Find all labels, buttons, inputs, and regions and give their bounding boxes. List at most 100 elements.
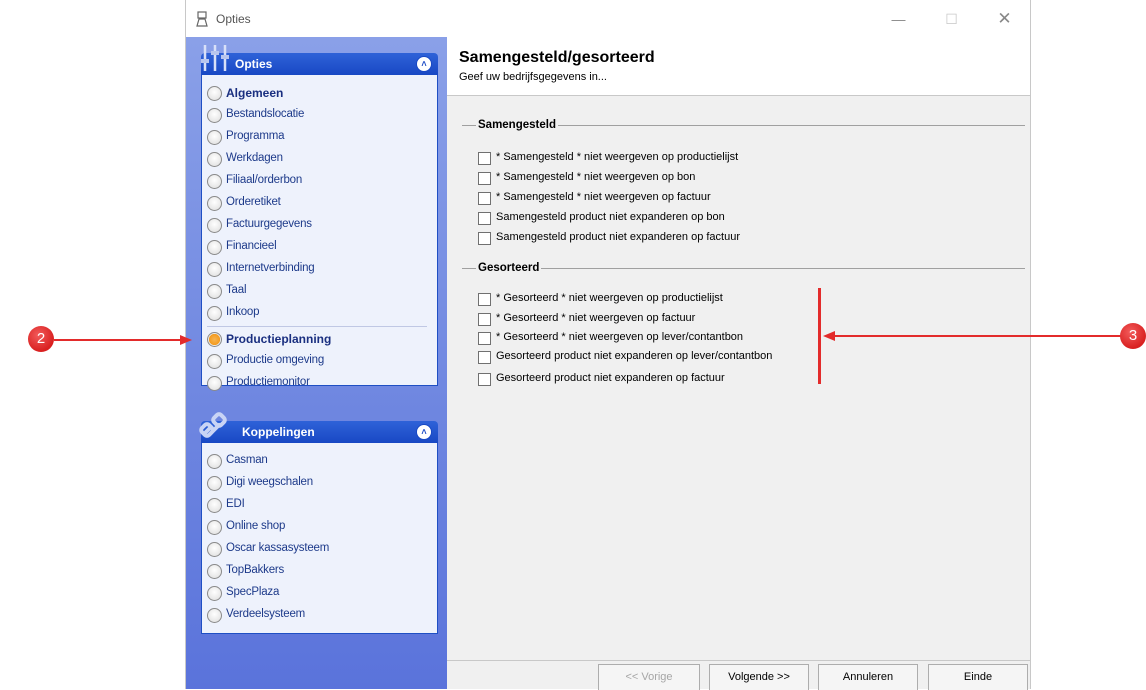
sidebar-item-label: TopBakkers xyxy=(226,564,285,576)
sidebar-item-bestandslocatie[interactable]: Bestandslocatie xyxy=(207,105,432,125)
close-button[interactable]: ✕ xyxy=(982,6,1027,32)
radio-icon xyxy=(207,454,222,469)
sidebar-item-label: Online shop xyxy=(226,520,286,532)
radio-icon xyxy=(207,174,222,189)
finish-button[interactable]: Einde xyxy=(928,664,1028,690)
option-label: Samengesteld product niet expanderen op … xyxy=(496,211,725,223)
radio-icon xyxy=(207,152,222,167)
group-title-opties: Opties xyxy=(235,57,273,71)
annotation-arrow-2 xyxy=(54,339,182,341)
radio-icon xyxy=(207,376,222,391)
sidebar-item-financieel[interactable]: Financieel xyxy=(207,237,432,257)
sidebar-item-digi-weegschalen[interactable]: Digi weegschalen xyxy=(207,473,432,493)
annotation-arrow-3 xyxy=(833,335,1121,337)
radio-icon xyxy=(207,218,222,233)
sidebar-item-label: Filiaal/orderbon xyxy=(226,174,303,186)
sidebar-item-productieplanning[interactable]: Productieplanning xyxy=(207,329,432,349)
group-header-opties[interactable]: Opties ˄ xyxy=(201,45,438,75)
sidebar-item-verdeelsysteem[interactable]: Verdeelsysteem xyxy=(207,605,432,625)
checkbox-box[interactable] xyxy=(478,313,491,326)
checkbox-box[interactable] xyxy=(478,332,491,345)
collapse-icon[interactable]: ˄ xyxy=(416,56,432,72)
maximize-button[interactable]: ☐ xyxy=(929,6,974,32)
sidebar-item-label: Werkdagen xyxy=(226,152,283,164)
sidebar-item-label: SpecPlaza xyxy=(226,586,280,598)
radio-icon xyxy=(207,608,222,623)
section-title-samengesteld: Samengesteld xyxy=(476,119,558,131)
option-label: * Gesorteerd * niet weergeven op lever/c… xyxy=(496,331,744,343)
sidebar-item-internetverbinding[interactable]: Internetverbinding xyxy=(207,259,432,279)
checkbox-box[interactable] xyxy=(478,212,491,225)
radio-icon xyxy=(207,520,222,535)
checkbox-box[interactable] xyxy=(478,373,491,386)
sidebar-item-label: Casman xyxy=(226,454,268,466)
option-label: * Samengesteld * niet weergeven op factu… xyxy=(496,191,711,203)
annotation-marker-2: 2 xyxy=(28,326,54,352)
sidebar-item-label: EDI xyxy=(226,498,245,510)
sidebar-item-label: Digi weegschalen xyxy=(226,476,313,488)
section-title-gesorteerd: Gesorteerd xyxy=(476,262,542,274)
app-icon xyxy=(196,11,208,27)
sidebar-item-label: Internetverbinding xyxy=(226,262,315,274)
option-label: Gesorteerd product niet expanderen op fa… xyxy=(496,372,725,384)
sidebar-item-specplaza[interactable]: SpecPlaza xyxy=(207,583,432,603)
radio-icon xyxy=(207,586,222,601)
sidebar-item-productiemonitor[interactable]: Productiemonitor xyxy=(207,373,432,393)
sidebar-item-programma[interactable]: Programma xyxy=(207,127,432,147)
sidebar-item-oscar-kassasysteem[interactable]: Oscar kassasysteem xyxy=(207,539,432,559)
radio-icon xyxy=(207,498,222,513)
sidebar-item-topbakkers[interactable]: TopBakkers xyxy=(207,561,432,581)
sidebar: Opties ˄ Algemeen Bestandslocatie Progra… xyxy=(186,37,447,689)
sidebar-item-label: Inkoop xyxy=(226,306,260,318)
sidebar-item-algemeen[interactable]: Algemeen xyxy=(207,83,432,103)
annotation-bracket xyxy=(818,288,821,384)
page-header: Samengesteld/gesorteerd Geef uw bedrijfs… xyxy=(447,37,1030,96)
option-label: * Gesorteerd * niet weergeven op factuur xyxy=(496,312,696,324)
checkbox-box[interactable] xyxy=(478,152,491,165)
sidebar-item-orderetiket[interactable]: Orderetiket xyxy=(207,193,432,213)
chain-link-icon xyxy=(199,412,227,438)
sidebar-item-werkdagen[interactable]: Werkdagen xyxy=(207,149,432,169)
checkbox-box[interactable] xyxy=(478,172,491,185)
option-label: Samengesteld product niet expanderen op … xyxy=(496,231,740,243)
group-koppelingen: Casman Digi weegschalen EDI Online shop … xyxy=(201,443,438,634)
sidebar-item-label: Verdeelsysteem xyxy=(226,608,306,620)
arrow-head-icon xyxy=(180,335,192,345)
group-title-koppelingen: Koppelingen xyxy=(242,425,315,439)
minimize-button[interactable]: — xyxy=(876,6,921,32)
sidebar-item-filiaal-orderbon[interactable]: Filiaal/orderbon xyxy=(207,171,432,191)
cancel-button[interactable]: Annuleren xyxy=(818,664,918,690)
sidebar-item-edi[interactable]: EDI xyxy=(207,495,432,515)
sidebar-item-inkoop[interactable]: Inkoop xyxy=(207,303,432,323)
sidebar-item-label: Financieel xyxy=(226,240,277,252)
radio-icon xyxy=(207,262,222,277)
sidebar-item-casman[interactable]: Casman xyxy=(207,451,432,471)
sidebar-item-label: Taal xyxy=(226,284,247,296)
checkbox-box[interactable] xyxy=(478,351,491,364)
sidebar-item-factuurgegevens[interactable]: Factuurgegevens xyxy=(207,215,432,235)
radio-icon xyxy=(207,86,222,101)
option-label: * Samengesteld * niet weergeven op produ… xyxy=(496,151,739,163)
collapse-icon[interactable]: ˄ xyxy=(416,424,432,440)
radio-selected-icon xyxy=(207,332,222,347)
sidebar-item-online-shop[interactable]: Online shop xyxy=(207,517,432,537)
radio-icon xyxy=(207,284,222,299)
option-label: Gesorteerd product niet expanderen op le… xyxy=(496,350,773,362)
radio-icon xyxy=(207,130,222,145)
option-label: * Samengesteld * niet weergeven op bon xyxy=(496,171,696,183)
group-header-koppelingen[interactable]: Koppelingen ˄ xyxy=(199,412,438,443)
checkbox-box[interactable] xyxy=(478,232,491,245)
sidebar-item-taal[interactable]: Taal xyxy=(207,281,432,301)
sliders-icon xyxy=(201,45,229,71)
sidebar-item-label: Orderetiket xyxy=(226,196,281,208)
sidebar-item-label: Algemeen xyxy=(226,86,284,100)
previous-button[interactable]: << Vorige xyxy=(598,664,700,690)
sidebar-item-productie-omgeving[interactable]: Productie omgeving xyxy=(207,351,432,371)
radio-icon xyxy=(207,476,222,491)
sidebar-item-label: Productieplanning xyxy=(226,332,332,346)
radio-icon xyxy=(207,564,222,579)
checkbox-box[interactable] xyxy=(478,293,491,306)
sidebar-divider xyxy=(207,326,427,327)
next-button[interactable]: Volgende >> xyxy=(709,664,809,690)
checkbox-box[interactable] xyxy=(478,192,491,205)
